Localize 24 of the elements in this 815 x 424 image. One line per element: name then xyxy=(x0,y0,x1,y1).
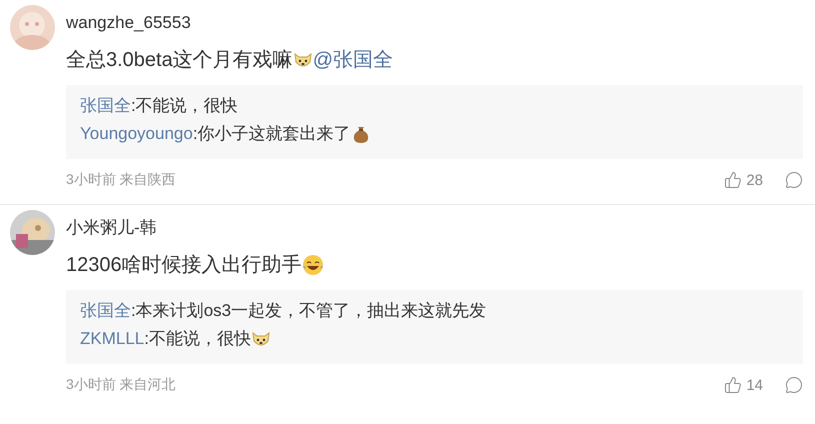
like-button[interactable]: 14 xyxy=(724,376,763,394)
reply-text: Youngoyoungo:你小子这就套出来了 xyxy=(80,122,371,146)
thumbs-up-icon xyxy=(724,171,742,189)
reply-text: 张国全:本来计划os3一起发，不管了，抽出来这就先发 xyxy=(80,299,486,323)
like-button[interactable]: 28 xyxy=(724,171,763,189)
reply-text: ZKMLLL:不能说，很快 xyxy=(80,327,271,351)
comment-meta: 3小时前 来自河北 xyxy=(66,376,176,394)
comment-button[interactable] xyxy=(785,376,803,394)
laughing-face-icon xyxy=(302,254,324,276)
username[interactable]: 小米粥儿-韩 xyxy=(66,218,157,238)
mention-link[interactable]: @张国全 xyxy=(312,47,394,73)
username[interactable]: wangzhe_65553 xyxy=(66,13,191,33)
comment-meta: 3小时前 来自陕西 xyxy=(66,171,176,189)
comment-text: 全总3.0beta这个月有戏嘛 @张国全 xyxy=(66,47,394,73)
reply-author-link[interactable]: Youngoyoungo xyxy=(80,122,193,146)
comment-text: 12306啥时候接入出行助手 xyxy=(66,252,324,278)
comment-button[interactable] xyxy=(785,171,803,189)
thumbs-up-icon xyxy=(724,376,742,394)
speech-bubble-icon xyxy=(785,376,803,394)
reply-author-link[interactable]: 张国全 xyxy=(80,299,131,323)
reply-text: 张国全:不能说，很快 xyxy=(80,94,238,118)
reply-author-link[interactable]: 张国全 xyxy=(80,94,131,118)
reply-author-link[interactable]: ZKMLLL xyxy=(80,327,144,351)
speech-bubble-icon xyxy=(785,171,803,189)
